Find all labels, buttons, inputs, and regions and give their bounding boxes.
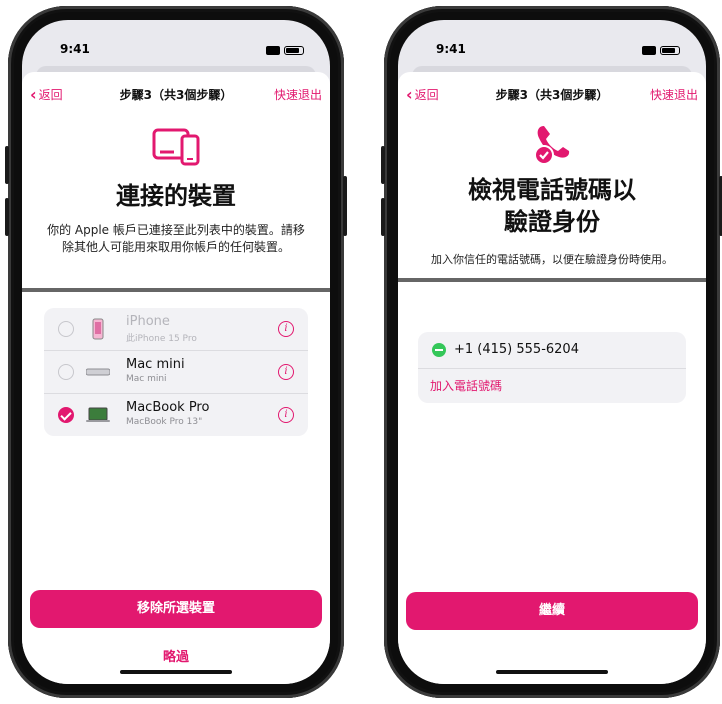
device-row-macbook-pro[interactable]: MacBook Pro MacBook Pro 13" i bbox=[44, 393, 308, 436]
phone-number-row[interactable]: +1 (415) 555-6204 bbox=[418, 332, 686, 369]
status-icons bbox=[642, 46, 680, 55]
device-radio[interactable] bbox=[58, 321, 74, 337]
device-name: iPhone bbox=[126, 314, 170, 329]
side-button bbox=[5, 198, 9, 236]
screen-left: 9:41 ‹ 返回 步驟3（共3個步驟） 快速退出 連接的裝置 你的 Apple… bbox=[22, 20, 330, 684]
nav-bar: ‹ 返回 步驟3（共3個步驟） 快速退出 bbox=[22, 84, 330, 106]
page-description: 加入你信任的電話號碼，以便在驗證身份時使用。 bbox=[431, 253, 673, 266]
side-button bbox=[381, 198, 385, 236]
power-button bbox=[343, 176, 347, 236]
device-name: MacBook Pro bbox=[126, 400, 210, 415]
phone-frame-right: 9:41 ‹ 返回 步驟3（共3個步驟） 快速退出 檢視電話號碼以 驗證身份 加… bbox=[381, 6, 722, 698]
status-time: 9:41 bbox=[436, 42, 466, 56]
device-row-mac-mini[interactable]: Mac mini Mac mini i bbox=[44, 350, 308, 393]
home-indicator bbox=[496, 670, 608, 674]
modal-sheet: ‹ 返回 步驟3（共3個步驟） 快速退出 連接的裝置 你的 Apple 帳戶已連… bbox=[22, 72, 330, 684]
render-artifact bbox=[22, 288, 330, 292]
device-model: MacBook Pro 13" bbox=[126, 417, 203, 427]
page-description: 你的 Apple 帳戶已連接至此列表中的裝置。請移除其他人可能用來取用你帳戶的任… bbox=[47, 223, 305, 254]
info-icon[interactable]: i bbox=[278, 364, 294, 380]
render-artifact bbox=[398, 278, 706, 282]
quick-exit-button[interactable]: 快速退出 bbox=[274, 86, 322, 103]
status-time: 9:41 bbox=[60, 42, 90, 56]
phone-checkmark-icon bbox=[530, 122, 574, 172]
devices-icon bbox=[150, 126, 202, 170]
remove-minus-icon[interactable] bbox=[432, 343, 446, 357]
signal-icon bbox=[642, 46, 656, 55]
side-button bbox=[5, 146, 9, 184]
device-model: Mac mini bbox=[126, 374, 167, 384]
device-model: 此iPhone 15 Pro bbox=[126, 334, 197, 344]
device-row-iphone[interactable]: iPhone 此iPhone 15 Pro i bbox=[44, 308, 308, 350]
home-indicator bbox=[120, 670, 232, 674]
signal-icon bbox=[266, 46, 280, 55]
page-title: 連接的裝置 bbox=[116, 182, 236, 210]
continue-button[interactable]: 繼續 bbox=[406, 592, 698, 630]
device-name: Mac mini bbox=[126, 357, 185, 372]
status-icons bbox=[266, 46, 304, 55]
quick-exit-button[interactable]: 快速退出 bbox=[650, 86, 698, 103]
nav-bar: ‹ 返回 步驟3（共3個步驟） 快速退出 bbox=[398, 84, 706, 106]
skip-button[interactable]: 略過 bbox=[22, 646, 330, 665]
modal-sheet: ‹ 返回 步驟3（共3個步驟） 快速退出 檢視電話號碼以 驗證身份 加入你信任的… bbox=[398, 72, 706, 684]
page-title-line1: 檢視電話號碼以 bbox=[468, 176, 636, 204]
status-bar: 9:41 bbox=[22, 42, 330, 62]
phone-frame-left: 9:41 ‹ 返回 步驟3（共3個步驟） 快速退出 連接的裝置 你的 Apple… bbox=[5, 6, 347, 698]
page-title-line2: 驗證身份 bbox=[504, 208, 600, 236]
phone-number-list: +1 (415) 555-6204 加入電話號碼 bbox=[418, 332, 686, 403]
device-radio[interactable] bbox=[58, 364, 74, 380]
device-radio-selected[interactable] bbox=[58, 407, 74, 423]
status-bar: 9:41 bbox=[398, 42, 706, 62]
battery-icon bbox=[660, 46, 680, 55]
macbook-icon bbox=[86, 404, 110, 426]
info-icon[interactable]: i bbox=[278, 321, 294, 337]
side-button bbox=[381, 146, 385, 184]
add-phone-number-button[interactable]: 加入電話號碼 bbox=[418, 369, 686, 403]
info-icon[interactable]: i bbox=[278, 407, 294, 423]
iphone-icon bbox=[86, 318, 110, 340]
battery-icon bbox=[284, 46, 304, 55]
phone-number: +1 (415) 555-6204 bbox=[454, 342, 579, 357]
device-list: iPhone 此iPhone 15 Pro i Mac mini Mac min… bbox=[44, 308, 308, 436]
remove-selected-devices-button[interactable]: 移除所選裝置 bbox=[30, 590, 322, 628]
mac-mini-icon bbox=[86, 361, 110, 383]
screen-right: 9:41 ‹ 返回 步驟3（共3個步驟） 快速退出 檢視電話號碼以 驗證身份 加… bbox=[398, 20, 706, 684]
